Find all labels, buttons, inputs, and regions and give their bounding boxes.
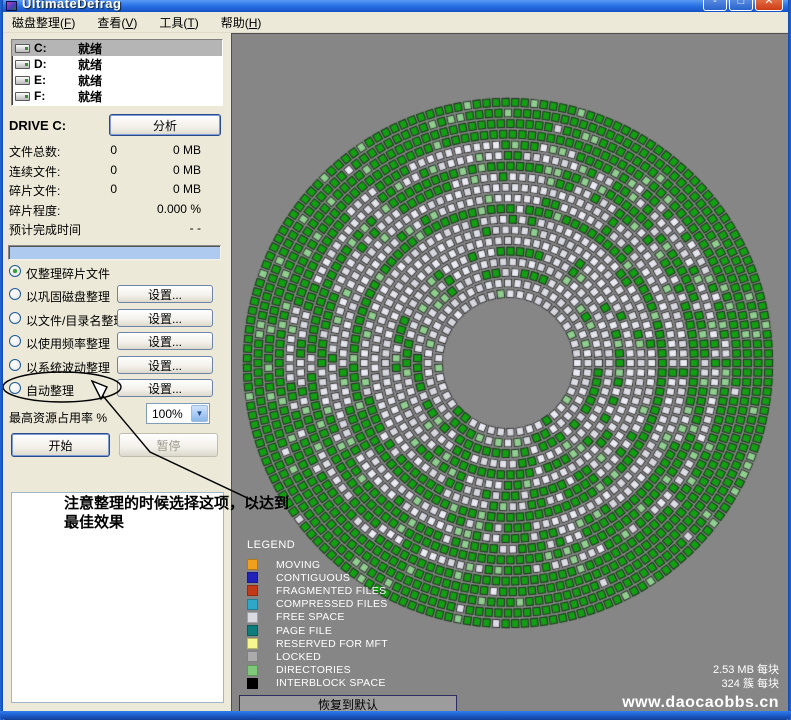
legend-item-compressed: COMPRESSED FILES (247, 598, 388, 611)
legend-item-mft: RESERVED FOR MFT (247, 637, 388, 650)
legend-item-contiguous: CONTIGUOUS (247, 571, 388, 584)
method-fragmented-only[interactable]: 仅整理碎片文件 (7, 261, 227, 284)
radio-icon[interactable] (9, 359, 21, 371)
drive-icon (15, 76, 30, 85)
chevron-down-icon[interactable]: ▼ (191, 405, 208, 422)
radio-icon[interactable] (9, 335, 21, 347)
interblock-color-chip (247, 678, 258, 689)
annotation-note: 注意整理的时候选择这项，以达到 最佳效果 (64, 494, 354, 532)
control-panel: C: 就绪 D: 就绪 E: 就绪 F: 就绪 DRIVE C: 分析 (3, 33, 231, 712)
stat-estimated-time: 预计完成时间 - - (9, 219, 223, 239)
legend-item-directories: DIRECTORIES (247, 664, 388, 677)
app-icon (6, 1, 17, 11)
settings-button[interactable]: 设置... (117, 356, 213, 374)
window-title: UltimateDefrag (22, 0, 121, 11)
stat-contiguous-files: 连续文件: 0 0 MB (9, 161, 223, 181)
page-file-color-chip (247, 625, 258, 636)
drive-row-f[interactable]: F: 就绪 (12, 88, 222, 104)
menu-defrag[interactable]: 磁盘整理(F) (12, 14, 75, 31)
legend-item-interblock: INTERBLOCK SPACE (247, 677, 388, 690)
menu-bar: 磁盘整理(F) 查看(V) 工具(T) 帮助(H) (3, 12, 788, 33)
pause-button: 暂停 (119, 433, 218, 457)
legend-item-fragmented: FRAGMENTED FILES (247, 584, 388, 597)
stat-fragmentation-level: 碎片程度: 0.000 % (9, 200, 223, 220)
contiguous-color-chip (247, 572, 258, 583)
radio-icon[interactable] (9, 312, 21, 324)
defrag-method-group: 仅整理碎片文件 以巩固磁盘整理 设置... 以文件/目录名整理 设置... 以使… (7, 261, 227, 401)
radio-icon[interactable] (9, 288, 21, 300)
resource-usage-select[interactable]: 100% ▼ (146, 403, 210, 424)
legend-item-page-file: PAGE FILE (247, 624, 388, 637)
drive-row-e[interactable]: E: 就绪 (12, 72, 222, 88)
legend-item-free-space: FREE SPACE (247, 611, 388, 624)
close-button[interactable]: ✕ (755, 0, 783, 11)
legend: LEGEND MOVING CONTIGUOUS FRAGMENTED FILE… (247, 539, 388, 690)
radio-icon[interactable] (9, 265, 21, 277)
start-button[interactable]: 开始 (11, 433, 110, 457)
legend-title: LEGEND (247, 539, 388, 551)
progress-bar (8, 245, 221, 260)
drive-icon (15, 44, 30, 53)
method-auto[interactable]: 自动整理 设置... (7, 378, 227, 401)
cluster-size-text: 324 簇 每块 (622, 677, 779, 691)
drive-icon (15, 92, 30, 101)
minimize-button[interactable]: - (703, 0, 727, 11)
mft-color-chip (247, 638, 258, 649)
method-system-volatility[interactable]: 以系统波动整理 设置... (7, 355, 227, 378)
method-usage-frequency[interactable]: 以使用频率整理 设置... (7, 331, 227, 354)
maximize-button[interactable]: □ (729, 0, 753, 11)
selected-drive-label: DRIVE C: (9, 118, 66, 133)
locked-color-chip (247, 651, 258, 662)
disk-map-panel: LEGEND MOVING CONTIGUOUS FRAGMENTED FILE… (231, 33, 788, 712)
drive-row-d[interactable]: D: 就绪 (12, 56, 222, 72)
watermark-text: www.daocaobbs.cn (622, 694, 779, 712)
stat-fragmented-files: 碎片文件: 0 0 MB (9, 180, 223, 200)
menu-help[interactable]: 帮助(H) (221, 14, 262, 31)
app-window: UltimateDefrag - □ ✕ 磁盘整理(F) 查看(V) 工具(T)… (0, 0, 791, 720)
method-filename[interactable]: 以文件/目录名整理 设置... (7, 308, 227, 331)
drive-row-c[interactable]: C: 就绪 (12, 40, 222, 56)
drive-stats: 文件总数: 0 0 MB 连续文件: 0 0 MB 碎片文件: 0 0 MB 碎… (9, 141, 223, 239)
title-bar[interactable]: UltimateDefrag - □ ✕ (0, 0, 791, 12)
legend-item-locked: LOCKED (247, 650, 388, 663)
compressed-color-chip (247, 599, 258, 610)
stat-total-files: 文件总数: 0 0 MB (9, 141, 223, 161)
directories-color-chip (247, 665, 258, 676)
legend-item-moving: MOVING (247, 558, 388, 571)
settings-button[interactable]: 设置... (117, 379, 213, 397)
fragmented-color-chip (247, 585, 258, 596)
analyze-button[interactable]: 分析 (109, 114, 221, 136)
free-space-color-chip (247, 612, 258, 623)
menu-view[interactable]: 查看(V) (97, 14, 137, 31)
resource-usage-value: 100% (152, 407, 183, 421)
drive-icon (15, 60, 30, 69)
settings-button[interactable]: 设置... (117, 309, 213, 327)
moving-color-chip (247, 559, 258, 570)
block-size-text: 2.53 MB 每块 (622, 663, 779, 677)
window-border-left (0, 0, 3, 720)
radio-icon[interactable] (9, 382, 21, 394)
menu-tools[interactable]: 工具(T) (159, 14, 198, 31)
resource-usage-label: 最高资源占用率 % (9, 409, 107, 426)
settings-button[interactable]: 设置... (117, 285, 213, 303)
window-border-bottom (0, 711, 791, 720)
settings-button[interactable]: 设置... (117, 332, 213, 350)
method-consolidate[interactable]: 以巩固磁盘整理 设置... (7, 284, 227, 307)
disk-info: 2.53 MB 每块 324 簇 每块 www.daocaobbs.cn (622, 663, 779, 712)
drive-list: C: 就绪 D: 就绪 E: 就绪 F: 就绪 (11, 39, 223, 106)
